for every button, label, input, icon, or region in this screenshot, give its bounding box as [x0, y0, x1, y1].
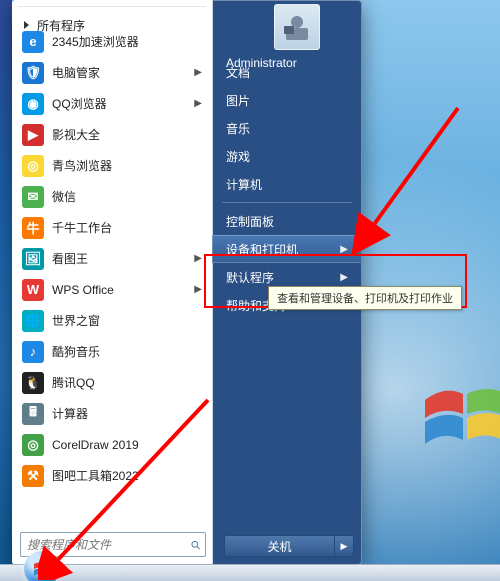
program-item[interactable]: 🖩 计算器	[16, 398, 208, 429]
app-icon: W	[22, 279, 44, 301]
program-label: 影视大全	[52, 126, 100, 143]
program-label: 微信	[52, 188, 76, 205]
program-item[interactable]: ⚒ 图吧工具箱2022	[16, 460, 208, 491]
program-item[interactable]: e 2345加速浏览器	[16, 26, 208, 57]
app-icon: 🌐	[22, 310, 44, 332]
submenu-arrow-icon: ▶	[194, 98, 202, 109]
places-label: 控制面板	[226, 213, 274, 230]
program-label: 图吧工具箱2022	[52, 467, 139, 484]
program-label: 2345加速浏览器	[52, 33, 139, 50]
app-icon: ◉	[22, 93, 44, 115]
program-item[interactable]: 🖼 看图王 ▶	[16, 243, 208, 274]
places-label: 默认程序	[226, 269, 274, 286]
program-label: 青鸟浏览器	[52, 157, 112, 174]
program-label: 电脑管家	[52, 64, 100, 81]
shutdown-button[interactable]: 关机	[224, 535, 335, 557]
submenu-arrow-icon: ▶	[194, 67, 202, 78]
program-item[interactable]: 🛡 电脑管家 ▶	[16, 57, 208, 88]
program-item[interactable]: ✉ 微信	[16, 181, 208, 212]
app-icon: 牛	[22, 217, 44, 239]
program-label: 千牛工作台	[52, 219, 112, 236]
places-label: 游戏	[226, 148, 250, 165]
program-item[interactable]: 🌐 世界之窗	[16, 305, 208, 336]
program-label: 看图王	[52, 250, 88, 267]
app-icon: ◎	[22, 434, 44, 456]
app-icon: ◎	[22, 155, 44, 177]
program-item[interactable]: ♪ 酷狗音乐	[16, 336, 208, 367]
programs-pane: e2345加速浏览器🛡电脑管家▶◉QQ浏览器▶▶影视大全◎青鸟浏览器✉微信牛千牛…	[12, 0, 213, 565]
user-avatar[interactable]	[274, 4, 320, 50]
places-item[interactable]: 音乐	[212, 114, 362, 142]
places-label: 图片	[226, 92, 250, 109]
app-icon: e	[22, 31, 44, 53]
program-item[interactable]: W WPS Office ▶	[16, 274, 208, 305]
program-label: WPS Office	[52, 283, 114, 297]
places-item[interactable]: 计算机	[212, 170, 362, 198]
submenu-arrow-icon: ▶	[194, 253, 202, 264]
program-label: 腾讯QQ	[52, 374, 95, 391]
app-icon: ⚒	[22, 465, 44, 487]
app-icon: 🖼	[22, 248, 44, 270]
places-item[interactable]: 控制面板	[212, 207, 362, 235]
start-button[interactable]	[24, 551, 60, 581]
chevron-right-icon: ▶	[340, 244, 348, 255]
taskbar[interactable]	[0, 564, 500, 581]
search-icon	[190, 537, 201, 553]
places-item[interactable]: 设备和打印机 ▶	[212, 235, 362, 263]
app-icon: ▶	[22, 124, 44, 146]
program-item[interactable]: ◎ CorelDraw 2019	[16, 429, 208, 460]
app-icon: ✉	[22, 186, 44, 208]
program-item[interactable]: ◉ QQ浏览器 ▶	[16, 88, 208, 119]
program-item[interactable]: 牛千牛工作台	[16, 212, 208, 243]
places-label: 音乐	[226, 120, 250, 137]
search-input[interactable]	[21, 538, 190, 552]
program-label: CorelDraw 2019	[52, 438, 139, 452]
places-item[interactable]: 游戏	[212, 142, 362, 170]
app-icon: 🖩	[22, 403, 44, 425]
windows-icon	[33, 560, 51, 578]
program-item[interactable]: ▶ 影视大全	[16, 119, 208, 150]
desktop-left-edge	[0, 0, 12, 565]
avatar-icon	[280, 10, 314, 44]
places-item[interactable]: 图片	[212, 86, 362, 114]
app-icon: 🐧	[22, 372, 44, 394]
app-icon: 🛡	[22, 62, 44, 84]
places-label: 计算机	[226, 176, 262, 193]
annotation-arrow-top	[350, 100, 470, 270]
tooltip: 查看和管理设备、打印机及打印作业	[268, 286, 462, 310]
submenu-arrow-icon: ▶	[194, 284, 202, 295]
program-item[interactable]: ◎ 青鸟浏览器	[16, 150, 208, 181]
shutdown-options-button[interactable]: ▶	[335, 535, 354, 557]
program-label: 世界之窗	[52, 312, 100, 329]
shutdown-label: 关机	[267, 538, 291, 555]
desktop-windows-logo	[415, 360, 500, 460]
program-item[interactable]: 🐧 腾讯QQ	[16, 367, 208, 398]
program-label: 酷狗音乐	[52, 343, 100, 360]
places-pane: 文档图片音乐游戏计算机控制面板设备和打印机▶默认程序▶帮助和支持	[212, 0, 362, 565]
places-label: 设备和打印机	[226, 241, 298, 258]
user-name[interactable]: Administrator	[226, 56, 297, 70]
start-menu: e2345加速浏览器🛡电脑管家▶◉QQ浏览器▶▶影视大全◎青鸟浏览器✉微信牛千牛…	[12, 0, 362, 565]
menu-separator	[222, 202, 352, 203]
program-label: 计算器	[52, 405, 88, 422]
app-icon: ♪	[22, 341, 44, 363]
program-label: QQ浏览器	[52, 95, 107, 112]
chevron-right-icon: ▶	[340, 272, 348, 283]
shutdown-group: 关机 ▶	[224, 535, 354, 557]
